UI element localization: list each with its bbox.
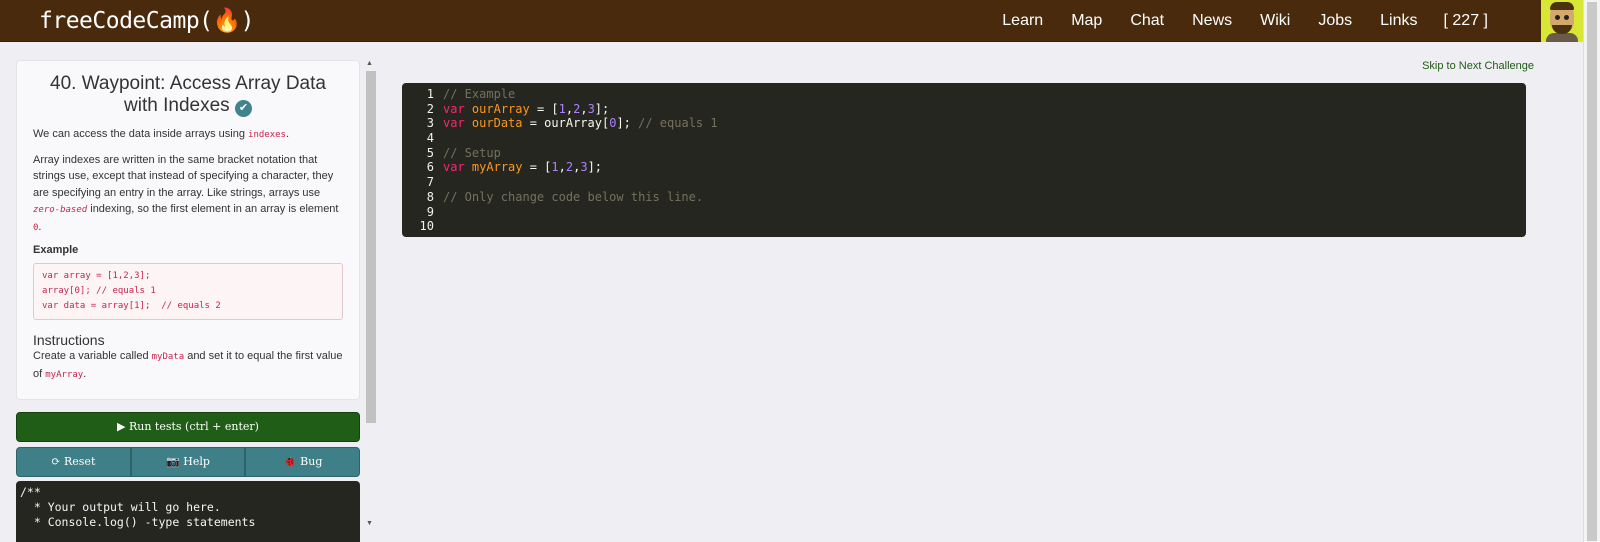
points-counter[interactable]: [ 227 ] — [1444, 12, 1488, 30]
line-number: 9 — [426, 204, 434, 219]
nav-links: Learn Map Chat News Wiki Jobs Links [ 22… — [974, 0, 1488, 42]
line-number: 2 — [426, 101, 434, 116]
nav-link-jobs[interactable]: Jobs — [1318, 12, 1352, 30]
line-number: 4 — [426, 131, 434, 146]
reset-button[interactable]: ⟳ Reset — [16, 447, 131, 477]
page-scrollbar[interactable] — [1583, 0, 1600, 542]
instructions-text: Create a variable called myData and set … — [33, 350, 343, 380]
challenge-title-text: 40. Waypoint: Access Array Data with Ind… — [50, 73, 326, 116]
run-tests-button[interactable]: ▶ Run tests (ctrl + enter) — [16, 412, 360, 442]
inline-code-mydata: myData — [151, 352, 185, 362]
line-number: 6 — [426, 160, 434, 175]
line-number: 1 — [426, 87, 434, 101]
line-number: 8 — [426, 189, 434, 204]
code-editor[interactable]: 1// Example 2 var ourArray = [1,2,3]; 3 va… — [402, 83, 1526, 237]
action-button-group: ⟳ Reset 📷 Help 🐞 Bug — [16, 447, 361, 477]
help-button[interactable]: 📷 Help — [130, 447, 246, 477]
description-paragraph-2: Array indexes are written in the same br… — [33, 153, 339, 233]
skip-to-next-challenge-link[interactable]: Skip to Next Challenge — [1422, 60, 1534, 72]
instructions-heading: Instructions — [33, 332, 105, 348]
example-code-block: var array = [1,2,3]; array[0]; // equals… — [33, 263, 343, 320]
check-circle-icon: ✔ — [234, 100, 252, 117]
nav-link-learn[interactable]: Learn — [1002, 12, 1043, 30]
example-heading: Example — [33, 244, 79, 256]
description-paragraph-1: We can access the data inside arrays usi… — [33, 128, 290, 140]
nav-link-links[interactable]: Links — [1380, 12, 1417, 30]
line-number: 3 — [426, 116, 434, 131]
output-console: /** * Your output will go here. * Consol… — [16, 481, 360, 542]
brand-logo[interactable]: freeCodeCamp(🔥) — [39, 7, 255, 34]
left-panel-scrollbar[interactable]: ▲ ▼ — [364, 60, 378, 530]
challenge-panel: 40. Waypoint: Access Array Data with Ind… — [16, 60, 361, 542]
nav-link-map[interactable]: Map — [1071, 12, 1102, 30]
nav-link-news[interactable]: News — [1192, 12, 1232, 30]
line-number: 10 — [419, 219, 434, 234]
nav-link-wiki[interactable]: Wiki — [1260, 12, 1290, 30]
scroll-down-arrow-icon[interactable]: ▼ — [366, 520, 373, 527]
inline-code-myarray: myArray — [45, 369, 84, 380]
line-number: 5 — [426, 145, 434, 160]
challenge-description: We can access the data inside arrays usi… — [33, 126, 343, 236]
challenge-title: 40. Waypoint: Access Array Data with Ind… — [33, 73, 343, 117]
challenge-description-well: 40. Waypoint: Access Array Data with Ind… — [16, 60, 360, 400]
nav-link-chat[interactable]: Chat — [1130, 12, 1164, 30]
line-number: 7 — [426, 175, 434, 190]
inline-code-zero-based: zero-based — [33, 205, 88, 215]
top-navbar: freeCodeCamp(🔥) Learn Map Chat News Wiki… — [0, 0, 1583, 42]
scroll-up-arrow-icon[interactable]: ▲ — [366, 60, 373, 67]
scroll-thumb[interactable] — [366, 71, 376, 423]
bug-button[interactable]: 🐞 Bug — [245, 447, 361, 477]
avatar[interactable] — [1541, 0, 1583, 42]
inline-code-indexes: indexes — [248, 130, 286, 140]
